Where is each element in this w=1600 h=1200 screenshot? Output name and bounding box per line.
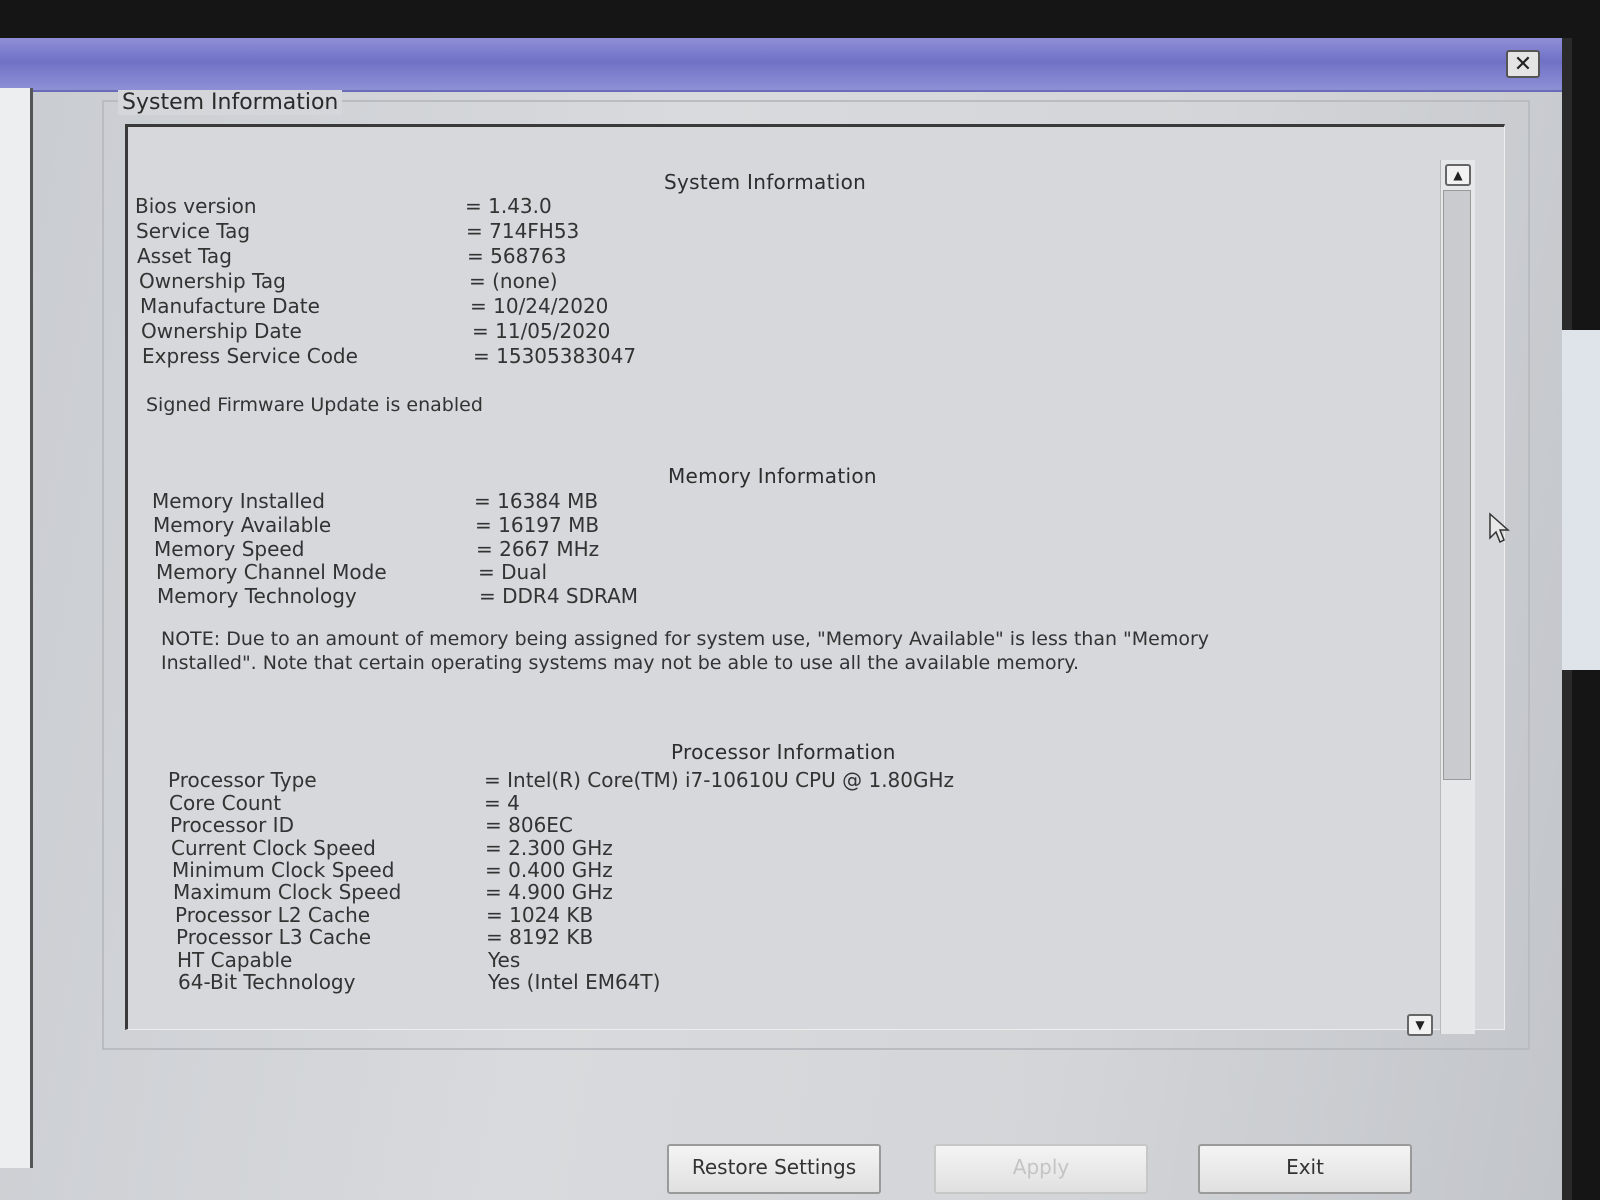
- info-row: Memory Available = 16197 MB: [153, 513, 753, 537]
- info-row: Minimum Clock Speed = 0.400 GHz: [172, 858, 772, 882]
- info-row: HT Capable Yes: [177, 948, 777, 972]
- info-row: Current Clock Speed = 2.300 GHz: [171, 836, 771, 860]
- row-label: Memory Technology: [157, 584, 357, 608]
- row-value: = 8192 KB: [486, 925, 594, 949]
- info-row: Processor L2 Cache = 1024 KB: [175, 903, 775, 927]
- row-label: Processor L3 Cache: [176, 925, 372, 949]
- row-label: Service Tag: [136, 219, 251, 243]
- scroll-down-button[interactable]: ▼: [1407, 1014, 1433, 1036]
- row-value: = 4.900 GHz: [485, 880, 613, 904]
- group-legend: System Information: [118, 90, 343, 115]
- close-icon: ✕: [1513, 51, 1533, 77]
- navigation-pane[interactable]: [0, 88, 33, 1168]
- info-row: 64-Bit Technology Yes (Intel EM64T): [178, 970, 778, 994]
- restore-settings-button[interactable]: Restore Settings: [667, 1144, 881, 1194]
- info-row: Memory Speed = 2667 MHz: [154, 537, 754, 561]
- row-value: = 11/05/2020: [472, 319, 611, 343]
- row-label: Memory Available: [153, 513, 332, 537]
- row-label: Ownership Tag: [139, 269, 286, 293]
- row-label: Bios version: [135, 194, 257, 218]
- row-label: Current Clock Speed: [171, 836, 376, 860]
- arrow-up-icon: ▲: [1453, 168, 1463, 182]
- info-row: Memory Technology = DDR4 SDRAM: [157, 584, 757, 608]
- row-label: Asset Tag: [137, 244, 232, 268]
- info-row: Processor Type = Intel(R) Core(TM) i7-10…: [168, 768, 1068, 792]
- row-label: Processor L2 Cache: [175, 903, 371, 927]
- info-row: Bios version = 1.43.0: [135, 194, 735, 218]
- apply-button[interactable]: Apply: [934, 1144, 1148, 1194]
- row-label: Memory Channel Mode: [156, 560, 387, 584]
- info-row: Memory Channel Mode = Dual: [156, 560, 756, 584]
- row-value: = 4: [484, 791, 520, 815]
- row-label: Memory Installed: [152, 489, 325, 513]
- row-value: = 2667 MHz: [476, 537, 600, 561]
- info-row: Ownership Date = 11/05/2020: [141, 319, 741, 343]
- row-value: = DDR4 SDRAM: [479, 584, 639, 608]
- row-label: Minimum Clock Speed: [172, 858, 395, 882]
- row-label: Processor Type: [168, 768, 317, 792]
- row-value: = 806EC: [485, 813, 573, 837]
- info-row: Processor ID = 806EC: [170, 813, 770, 837]
- row-label: Memory Speed: [154, 537, 305, 561]
- row-value: Yes (Intel EM64T): [488, 970, 661, 994]
- row-label: Manufacture Date: [140, 294, 320, 318]
- row-value: = Intel(R) Core(TM) i7-10610U CPU @ 1.80…: [484, 768, 955, 792]
- vertical-scrollbar[interactable]: ▲ ▼: [1407, 160, 1475, 1036]
- title-bar: ✕: [0, 38, 1562, 92]
- row-value: = 15305383047: [473, 344, 637, 368]
- row-value: = Dual: [478, 560, 548, 584]
- row-value: = 1.43.0: [465, 194, 552, 218]
- system-section-title: System Information: [664, 170, 867, 194]
- info-row: Service Tag = 714FH53: [136, 219, 736, 243]
- scroll-up-button[interactable]: ▲: [1445, 164, 1471, 186]
- scroll-thumb[interactable]: [1443, 190, 1471, 780]
- row-value: = 2.300 GHz: [485, 836, 613, 860]
- row-value: = 0.400 GHz: [485, 858, 613, 882]
- row-label: Processor ID: [170, 813, 294, 837]
- info-row: Processor L3 Cache = 8192 KB: [176, 925, 776, 949]
- row-label: Core Count: [169, 791, 282, 815]
- row-value: = 1024 KB: [486, 903, 594, 927]
- row-label: Ownership Date: [141, 319, 302, 343]
- memory-note: NOTE: Due to an amount of memory being a…: [161, 628, 1210, 674]
- row-value: = 16197 MB: [475, 513, 600, 537]
- info-row: Ownership Tag = (none): [139, 269, 739, 293]
- row-value: = (none): [469, 269, 558, 293]
- row-value: Yes: [488, 948, 521, 972]
- row-value: = 568763: [467, 244, 567, 268]
- info-row: Asset Tag = 568763: [137, 244, 737, 268]
- info-row: Manufacture Date = 10/24/2020: [140, 294, 740, 318]
- background-window-edge: [1562, 330, 1600, 670]
- mouse-pointer-icon: [1489, 512, 1510, 544]
- row-label: Express Service Code: [142, 344, 358, 368]
- exit-button[interactable]: Exit: [1198, 1144, 1412, 1194]
- firmware-status: Signed Firmware Update is enabled: [146, 394, 483, 416]
- info-row: Express Service Code = 15305383047: [142, 344, 742, 368]
- close-button[interactable]: ✕: [1506, 50, 1540, 78]
- processor-section-title: Processor Information: [671, 740, 896, 764]
- info-row: Core Count = 4: [169, 791, 769, 815]
- row-label: 64-Bit Technology: [178, 970, 356, 994]
- memory-section-title: Memory Information: [668, 464, 877, 488]
- arrow-down-icon: ▼: [1415, 1018, 1425, 1032]
- row-value: = 714FH53: [466, 219, 580, 243]
- row-label: HT Capable: [177, 948, 293, 972]
- row-label: Maximum Clock Speed: [173, 880, 402, 904]
- info-row: Memory Installed = 16384 MB: [152, 489, 752, 513]
- row-value: = 16384 MB: [474, 489, 599, 513]
- info-row: Maximum Clock Speed = 4.900 GHz: [173, 880, 773, 904]
- row-value: = 10/24/2020: [470, 294, 609, 318]
